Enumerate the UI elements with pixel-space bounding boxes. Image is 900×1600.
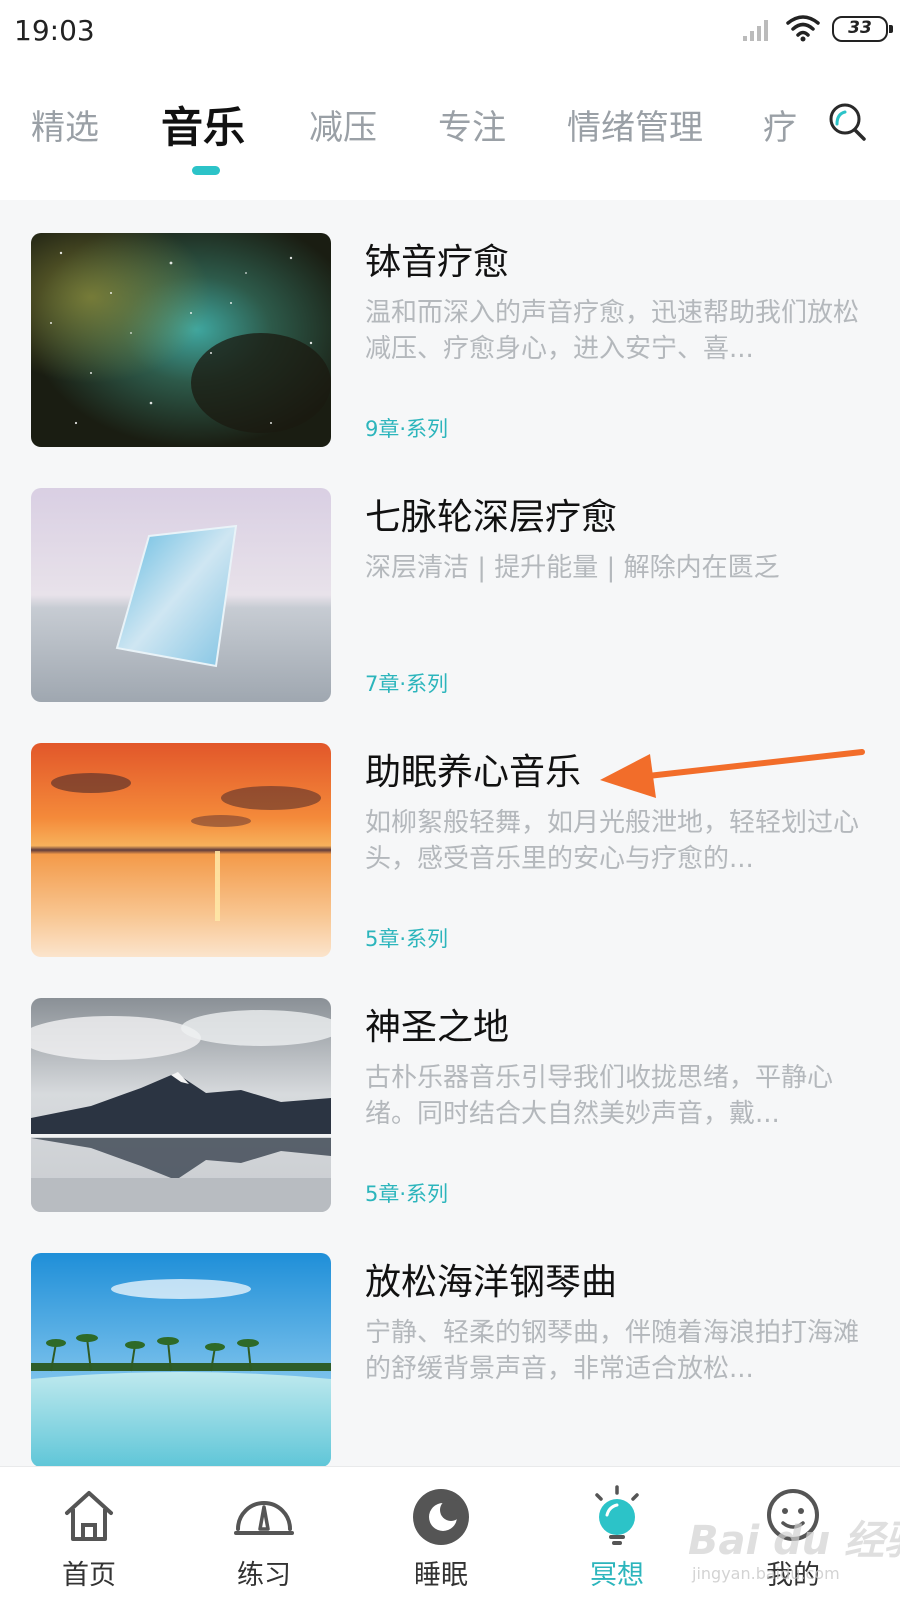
series-title: 助眠养心音乐 (365, 752, 582, 793)
chapter-count: 5章·系列 (365, 1182, 449, 1206)
nav-label: 睡眠 (414, 1560, 468, 1591)
list-item[interactable]: 钵音疗愈 温和而深入的声音疗愈，迅速帮助我们放松减压、疗愈身心，进入安宁、喜..… (0, 200, 900, 447)
active-tab-indicator (192, 166, 220, 175)
tab-featured[interactable]: 精选 (31, 100, 99, 149)
series-title: 七脉轮深层疗愈 (365, 497, 618, 538)
bottom-nav: 首页 练习 睡眠 冥想 我的 (0, 1466, 900, 1600)
chapter-count: 9章·系列 (365, 417, 449, 441)
tropical-beach-thumbnail (31, 1253, 331, 1466)
nav-meditation[interactable]: 冥想 (557, 1467, 677, 1600)
series-description: 古朴乐器音乐引导我们收拢思绪，平静心绪。同时结合大自然美妙声音，戴... (365, 1063, 834, 1129)
series-title: 钵音疗愈 (365, 242, 510, 283)
annotation-arrow-icon (600, 749, 865, 798)
lightbulb-icon (595, 1485, 639, 1545)
app-screen: 19:03 33 精选 音乐 减压 专注 情绪管理 疗 钵音疗愈 温和而深入的声… (0, 0, 900, 1600)
tab-focus[interactable]: 专注 (438, 100, 506, 149)
list-item[interactable]: 神圣之地 古朴乐器音乐引导我们收拢思绪，平静心绪。同时结合大自然美妙声音，戴..… (0, 960, 900, 1212)
nebula-thumbnail (31, 233, 331, 447)
series-description: 宁静、轻柔的钢琴曲，伴随着海浪拍打海滩的舒缓背景声音，非常适合放松... (365, 1318, 860, 1384)
nav-label: 练习 (237, 1560, 291, 1591)
mountain-lake-thumbnail (31, 998, 331, 1212)
mirror-sky-thumbnail (31, 488, 331, 702)
nav-label: 我的 (766, 1560, 820, 1591)
series-description: 温和而深入的声音疗愈，迅速帮助我们放松减压、疗愈身心，进入安宁、喜... (365, 298, 860, 364)
tab-stress-relief[interactable]: 减压 (309, 100, 377, 149)
gauge-icon (234, 1501, 294, 1535)
sunset-sea-thumbnail (31, 743, 331, 957)
status-bar: 19:03 33 (0, 0, 900, 62)
nav-label: 首页 (62, 1560, 116, 1591)
home-icon (65, 1491, 113, 1541)
battery-level: 33 (848, 18, 872, 38)
list-item[interactable]: 放松海洋钢琴曲 宁静、轻柔的钢琴曲，伴随着海浪拍打海滩的舒缓背景声音，非常适合放… (0, 1215, 900, 1466)
nav-home[interactable]: 首页 (29, 1467, 149, 1600)
series-description: 深层清洁 | 提升能量 | 解除内在匮乏 (365, 553, 780, 583)
nav-profile[interactable]: 我的 (733, 1467, 853, 1600)
series-description: 如柳絮般轻舞，如月光般泄地，轻轻划过心头，感受音乐里的安心与疗愈的... (365, 808, 860, 874)
tab-emotion-management[interactable]: 情绪管理 (567, 100, 703, 149)
smiley-icon (767, 1489, 819, 1541)
nav-label: 冥想 (590, 1560, 644, 1591)
category-tabs: 精选 音乐 减压 专注 情绪管理 疗 (0, 88, 900, 198)
series-title: 放松海洋钢琴曲 (365, 1262, 618, 1303)
status-time: 19:03 (14, 14, 95, 47)
series-title: 神圣之地 (365, 1007, 510, 1048)
tab-healing[interactable]: 疗 (763, 100, 797, 149)
list-item[interactable]: 七脉轮深层疗愈 深层清洁 | 提升能量 | 解除内在匮乏 7章·系列 (0, 450, 900, 702)
chapter-count: 5章·系列 (365, 927, 449, 951)
nav-practice[interactable]: 练习 (204, 1467, 324, 1600)
wifi-icon (786, 15, 820, 42)
search-icon[interactable] (828, 100, 868, 144)
moon-icon (413, 1489, 469, 1545)
signal-icon (743, 20, 768, 41)
battery-icon: 33 (832, 16, 893, 42)
chapter-count: 7章·系列 (365, 672, 449, 696)
tab-music[interactable]: 音乐 (161, 94, 245, 155)
series-list: 钵音疗愈 温和而深入的声音疗愈，迅速帮助我们放松减压、疗愈身心，进入安宁、喜..… (0, 200, 900, 1466)
nav-sleep[interactable]: 睡眠 (381, 1467, 501, 1600)
